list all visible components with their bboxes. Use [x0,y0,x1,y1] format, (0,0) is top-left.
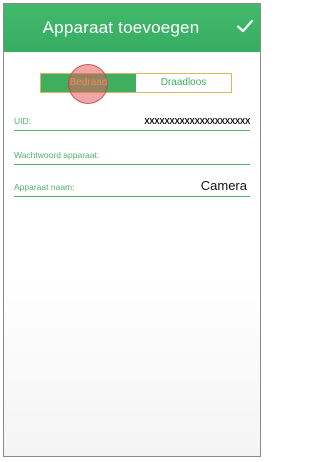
wireless-option-button[interactable]: Draadloos [136,74,231,92]
page-title: Apparaat toevoegen [42,18,200,37]
device-name-field[interactable]: Apparaat naam: Camera [14,174,250,197]
uid-field[interactable]: UID: XXXXXXXXXXXXXXXXXXXXX [14,108,250,131]
touch-indicator [68,64,108,104]
password-field[interactable]: Wachtwoord apparaat: [14,142,250,165]
uid-value: XXXXXXXXXXXXXXXXXXXXX [144,117,250,126]
form-content: Bedraad Draadloos UID: XXXXXXXXXXXXXXXXX… [4,52,260,456]
uid-label: UID: [14,116,31,126]
device-name-label: Apparaat naam: [14,182,75,192]
check-icon[interactable] [236,17,254,35]
app-screen: Apparaat toevoegen Bedraad Draadloos UID… [3,3,261,457]
password-label: Wachtwoord apparaat: [14,150,100,160]
app-header: Apparaat toevoegen [4,4,260,52]
device-name-value: Camera [200,178,247,193]
